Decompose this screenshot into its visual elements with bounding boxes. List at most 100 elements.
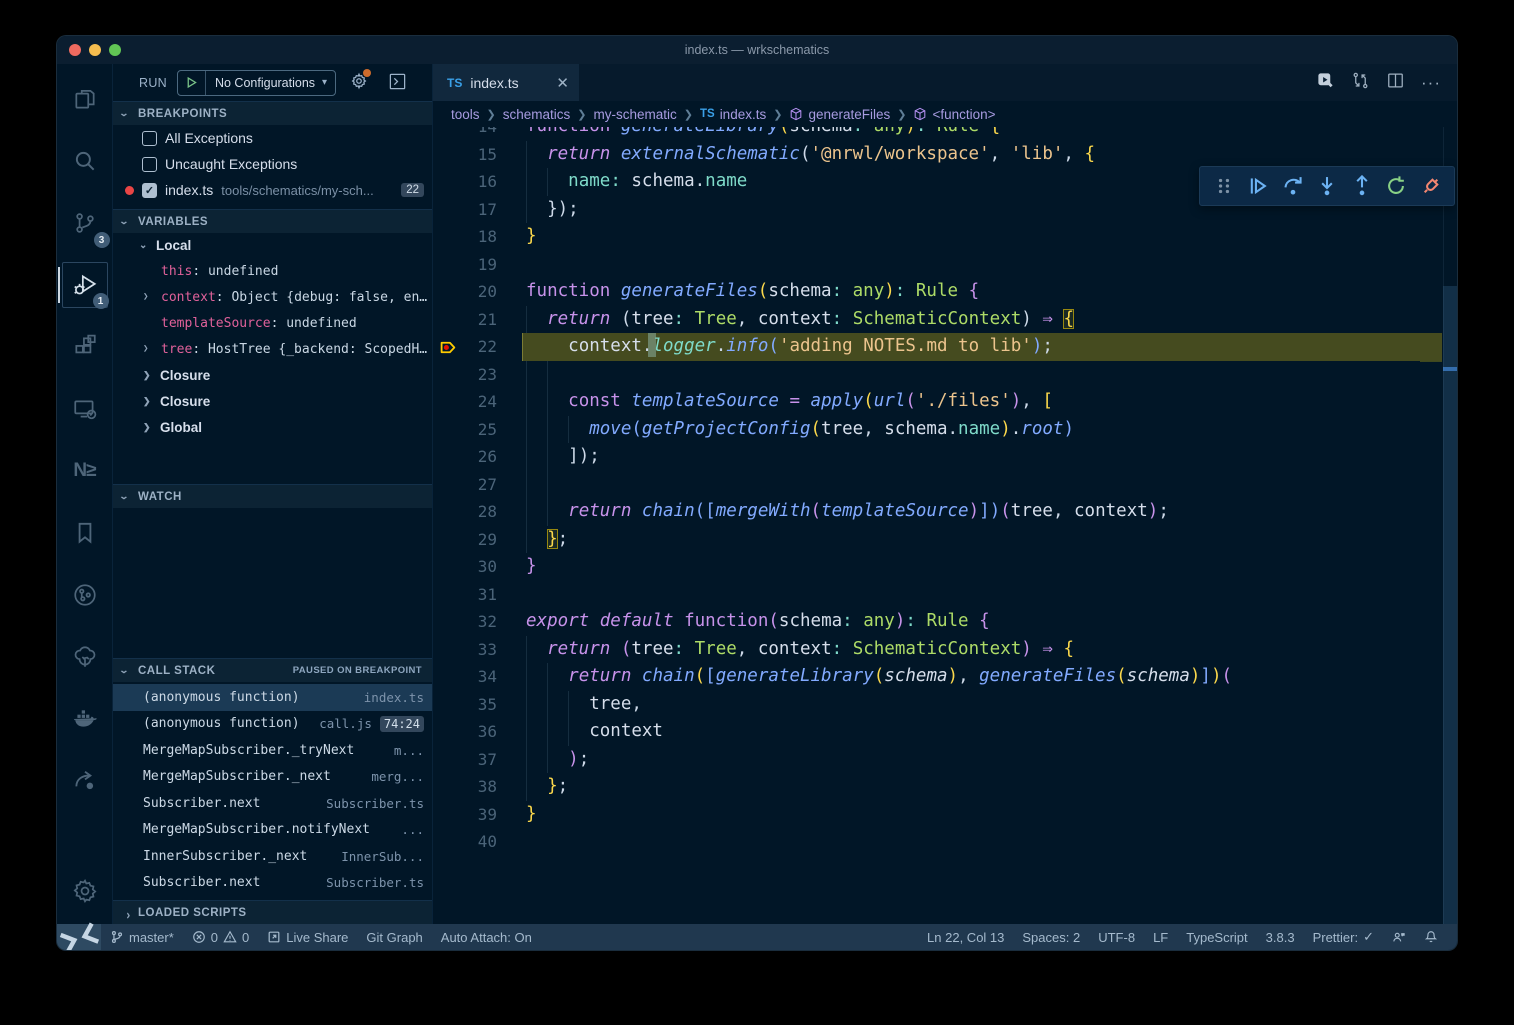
variable-row[interactable]: this: undefined — [113, 258, 432, 284]
watch-section-header[interactable]: ⌄ WATCH — [113, 484, 432, 508]
bookmarks-icon[interactable] — [62, 510, 108, 556]
call-stack-frame[interactable]: MergeMapSubscriber._nextmerg... — [113, 764, 432, 791]
call-stack-frame[interactable]: (anonymous function)index.ts — [113, 684, 432, 711]
run-debug-icon[interactable]: 1 — [62, 262, 108, 308]
disconnect-icon[interactable] — [1420, 175, 1442, 197]
live-share-status[interactable]: Live Share — [258, 930, 357, 945]
call-stack-frame[interactable]: MergeMapSubscriber.notifyNext... — [113, 817, 432, 844]
loaded-scripts-section-header[interactable]: ⌄ LOADED SCRIPTS — [113, 900, 432, 924]
language-mode-status[interactable]: TypeScript — [1177, 930, 1256, 945]
call-stack-frame[interactable]: Subscriber.nextSubscriber.ts — [113, 790, 432, 817]
variable-row[interactable]: ❯context: Object {debug: false, en… — [113, 284, 432, 310]
variable-scope-row[interactable]: ❯Global — [113, 414, 432, 440]
call-stack-frame[interactable]: (anonymous function)call.js74:24 — [113, 711, 432, 738]
split-editor-icon[interactable] — [1386, 71, 1405, 95]
breadcrumb-item[interactable]: TSindex.ts — [700, 107, 766, 122]
project-manager-icon[interactable] — [62, 572, 108, 618]
code-line[interactable]: 31 — [433, 581, 1457, 609]
variable-scope-row[interactable]: ❯Closure — [113, 388, 432, 414]
code-line[interactable]: 28 return chain([mergeWith(templateSourc… — [433, 498, 1457, 526]
settings-gear-icon[interactable] — [62, 868, 108, 914]
code-line[interactable]: 15 return externalSchematic('@nrwl/works… — [433, 141, 1457, 169]
source-control-icon[interactable]: 3 — [62, 200, 108, 246]
explorer-icon[interactable] — [62, 76, 108, 122]
extensions-icon[interactable] — [62, 324, 108, 370]
call-stack-frame[interactable]: MergeMapSubscriber._tryNextm... — [113, 737, 432, 764]
search-icon[interactable] — [62, 138, 108, 184]
step-over-icon[interactable] — [1282, 175, 1304, 197]
problems-status[interactable]: 0 0 — [183, 930, 258, 945]
code-line[interactable]: 26 ]); — [433, 443, 1457, 471]
continue-icon[interactable] — [1247, 175, 1269, 197]
breakpoints-section-header[interactable]: ⌄ BREAKPOINTS — [113, 101, 432, 125]
call-stack-frame[interactable]: Subscriber.nextSubscriber.ts — [113, 870, 432, 897]
code-line[interactable]: 23 — [433, 361, 1457, 389]
variable-scope-row[interactable]: ❯Closure — [113, 362, 432, 388]
breadcrumb-item[interactable]: my-schematic — [594, 107, 677, 122]
code-line[interactable]: 33 return (tree: Tree, context: Schemati… — [433, 636, 1457, 664]
code-line[interactable]: 35 tree, — [433, 691, 1457, 719]
zoom-window-button[interactable] — [109, 44, 121, 56]
start-debug-icon[interactable] — [178, 71, 206, 95]
code-line[interactable]: 39} — [433, 801, 1457, 829]
variables-section-header[interactable]: ⌄ VARIABLES — [113, 209, 432, 233]
close-window-button[interactable] — [69, 44, 81, 56]
code-line[interactable]: 30} — [433, 553, 1457, 581]
breakpoint-checkbox[interactable] — [142, 131, 157, 146]
breadcrumb-item[interactable]: schematics — [503, 107, 571, 122]
step-out-icon[interactable] — [1351, 175, 1373, 197]
code-line[interactable]: 38 }; — [433, 773, 1457, 801]
run-or-debug-icon[interactable] — [1316, 71, 1335, 95]
tab-index-ts[interactable]: TS index.ts ✕ — [433, 64, 579, 101]
code-line[interactable]: 27 — [433, 471, 1457, 499]
launch-configuration-dropdown[interactable]: No Configurations ▾ — [177, 70, 336, 96]
code-line[interactable]: 14function generateLibrary(schema: any):… — [433, 127, 1457, 141]
step-into-icon[interactable] — [1316, 175, 1338, 197]
code-line[interactable]: 24 const templateSource = apply(url('./f… — [433, 388, 1457, 416]
debug-console-icon[interactable] — [388, 72, 407, 94]
code-line[interactable]: 21 return (tree: Tree, context: Schemati… — [433, 306, 1457, 334]
breakpoint-row[interactable]: Uncaught Exceptions — [113, 151, 432, 177]
remote-indicator[interactable] — [57, 924, 101, 950]
breakpoint-row[interactable]: All Exceptions — [113, 125, 432, 151]
more-actions-icon[interactable]: ··· — [1421, 73, 1441, 93]
code-editor[interactable]: 14function generateLibrary(schema: any):… — [433, 127, 1457, 924]
docker-icon[interactable] — [62, 696, 108, 742]
breakpoint-row[interactable]: ✓index.tstools/schematics/my-sch...22 — [113, 177, 432, 203]
code-line[interactable]: 37 ); — [433, 746, 1457, 774]
call-stack-frame[interactable]: InnerSubscriber._nextInnerSub... — [113, 843, 432, 870]
eol-status[interactable]: LF — [1144, 930, 1177, 945]
test-explorer-icon[interactable] — [62, 634, 108, 680]
indentation-status[interactable]: Spaces: 2 — [1013, 930, 1089, 945]
open-changes-icon[interactable] — [1351, 71, 1370, 95]
git-graph-status[interactable]: Git Graph — [357, 930, 431, 945]
code-line[interactable]: 32export default function(schema: any): … — [433, 608, 1457, 636]
breadcrumb-item[interactable]: <function> — [913, 107, 995, 122]
feedback-icon[interactable] — [1383, 930, 1415, 944]
remote-explorer-icon[interactable] — [62, 386, 108, 432]
variables-scope-local[interactable]: ⌄ Local — [113, 233, 432, 258]
cursor-position-status[interactable]: Ln 22, Col 13 — [918, 930, 1013, 945]
code-line[interactable]: 20function generateFiles(schema: any): R… — [433, 278, 1457, 306]
code-line[interactable]: 34 return chain([generateLibrary(schema)… — [433, 663, 1457, 691]
nx-console-icon[interactable]: N≥ — [62, 448, 108, 494]
breakpoint-checkbox[interactable]: ✓ — [142, 183, 157, 198]
code-line[interactable]: 36 context — [433, 718, 1457, 746]
code-line[interactable]: 19 — [433, 251, 1457, 279]
auto-attach-status[interactable]: Auto Attach: On — [432, 930, 541, 945]
breadcrumb-item[interactable]: tools — [451, 107, 480, 122]
variable-row[interactable]: templateSource: undefined — [113, 310, 432, 336]
close-tab-icon[interactable]: ✕ — [556, 74, 569, 92]
live-share-icon[interactable] — [62, 758, 108, 804]
code-line[interactable]: 25 move(getProjectConfig(tree, schema.na… — [433, 416, 1457, 444]
notifications-bell-icon[interactable] — [1415, 930, 1447, 944]
variable-row[interactable]: ❯tree: HostTree {_backend: ScopedH… — [113, 336, 432, 362]
call-stack-section-header[interactable]: ⌄ CALL STACK PAUSED ON BREAKPOINT — [113, 658, 432, 682]
breakpoint-checkbox[interactable] — [142, 157, 157, 172]
code-line[interactable]: 29 }; — [433, 526, 1457, 554]
code-line[interactable]: 40 — [433, 828, 1457, 856]
git-branch-status[interactable]: master* — [101, 930, 183, 945]
minimize-window-button[interactable] — [89, 44, 101, 56]
breadcrumb-item[interactable]: generateFiles — [789, 107, 890, 122]
restart-icon[interactable] — [1385, 175, 1407, 197]
